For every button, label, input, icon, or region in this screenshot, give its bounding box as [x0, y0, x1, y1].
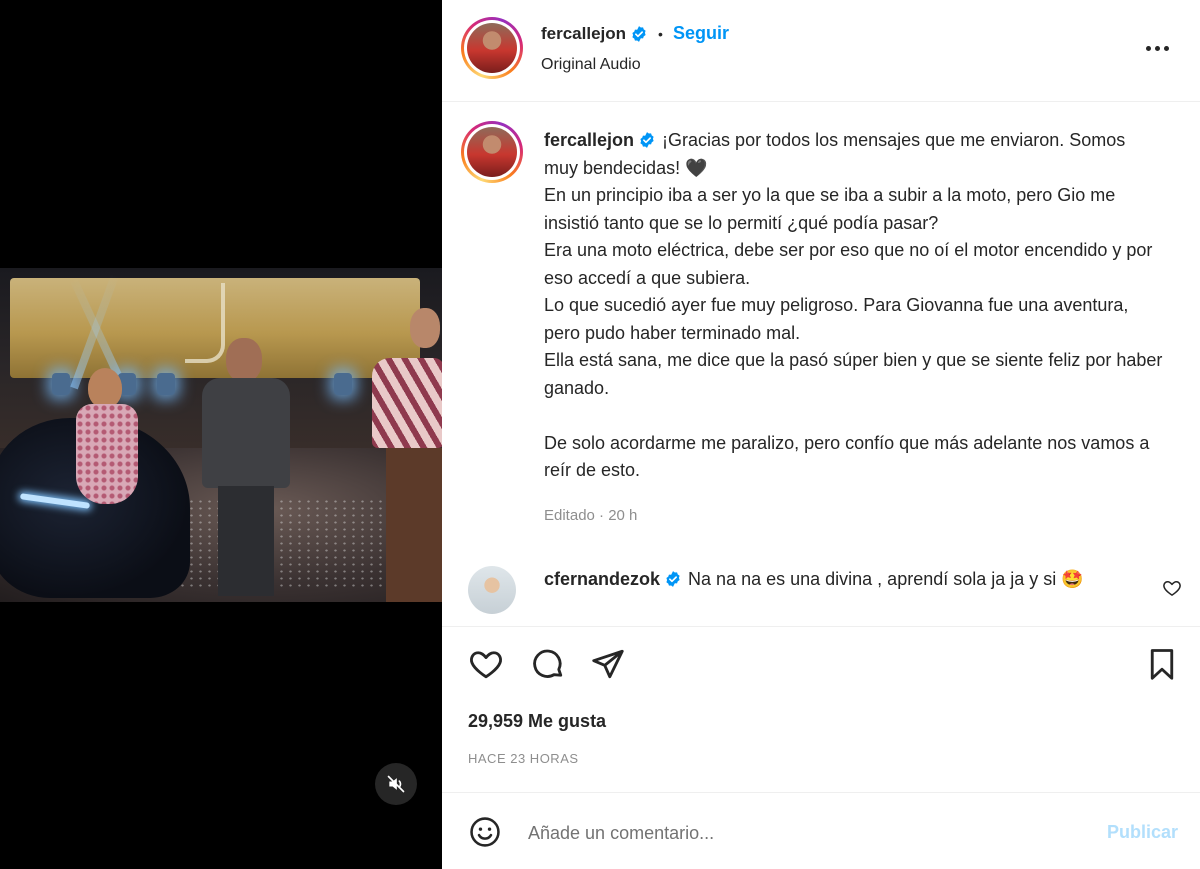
caption-username[interactable]: fercallejon — [544, 130, 634, 150]
author-username[interactable]: fercallejon — [541, 24, 626, 44]
publish-button[interactable]: Publicar — [1107, 822, 1178, 843]
divider — [442, 626, 1200, 627]
emoji-icon[interactable] — [468, 815, 502, 849]
like-count[interactable]: 29,959 Me gusta — [468, 711, 606, 732]
send-icon[interactable] — [590, 646, 626, 682]
stage-spotlight — [52, 373, 70, 395]
caption-meta: Editado · 20 h — [544, 507, 638, 524]
caption-text: ¡Gracias por todos los mensajes que me e… — [544, 130, 1163, 480]
verified-badge-icon — [632, 25, 646, 42]
add-comment-input[interactable] — [528, 816, 1068, 850]
post-header: fercallejon • Seguir Original Audio — [442, 0, 1200, 102]
post-side-panel: fercallejon • Seguir Original Audio ferc… — [442, 0, 1200, 869]
header-author-line: fercallejon • Seguir — [541, 23, 729, 44]
follow-button[interactable]: Seguir — [673, 23, 729, 44]
header-separator: • — [658, 25, 663, 42]
mute-toggle-button[interactable] — [375, 763, 417, 805]
bookmark-icon[interactable] — [1144, 646, 1180, 682]
comment-like-heart-icon[interactable] — [1162, 578, 1182, 598]
verified-badge-icon — [640, 132, 654, 148]
comment-icon[interactable] — [530, 646, 566, 682]
post-caption: fercallejon ¡Gracias por todos los mensa… — [544, 127, 1164, 485]
woman-figure — [372, 308, 442, 602]
post-timestamp: HACE 23 HORAS — [468, 751, 579, 766]
caption-author-avatar[interactable] — [461, 121, 523, 183]
author-avatar[interactable] — [461, 17, 523, 79]
commenter-avatar[interactable] — [468, 566, 516, 614]
girl-figure — [72, 368, 142, 538]
more-options-icon[interactable] — [1146, 38, 1176, 58]
stage-spotlight — [334, 373, 352, 395]
post-media[interactable] — [0, 0, 442, 869]
commenter-username[interactable]: cfernandezok — [544, 569, 660, 589]
verified-badge-icon — [666, 571, 680, 587]
comment-text: Na na na es una divina , aprendí sola ja… — [688, 569, 1084, 589]
divider — [442, 792, 1200, 793]
video-frame[interactable] — [0, 268, 442, 602]
man-figure — [196, 338, 296, 602]
comment-item: cfernandezok Na na na es una divina , ap… — [544, 566, 1154, 593]
audio-link[interactable]: Original Audio — [541, 56, 641, 74]
stage-spotlight — [157, 373, 175, 395]
muted-speaker-icon — [387, 775, 405, 793]
heart-icon[interactable] — [468, 646, 504, 682]
